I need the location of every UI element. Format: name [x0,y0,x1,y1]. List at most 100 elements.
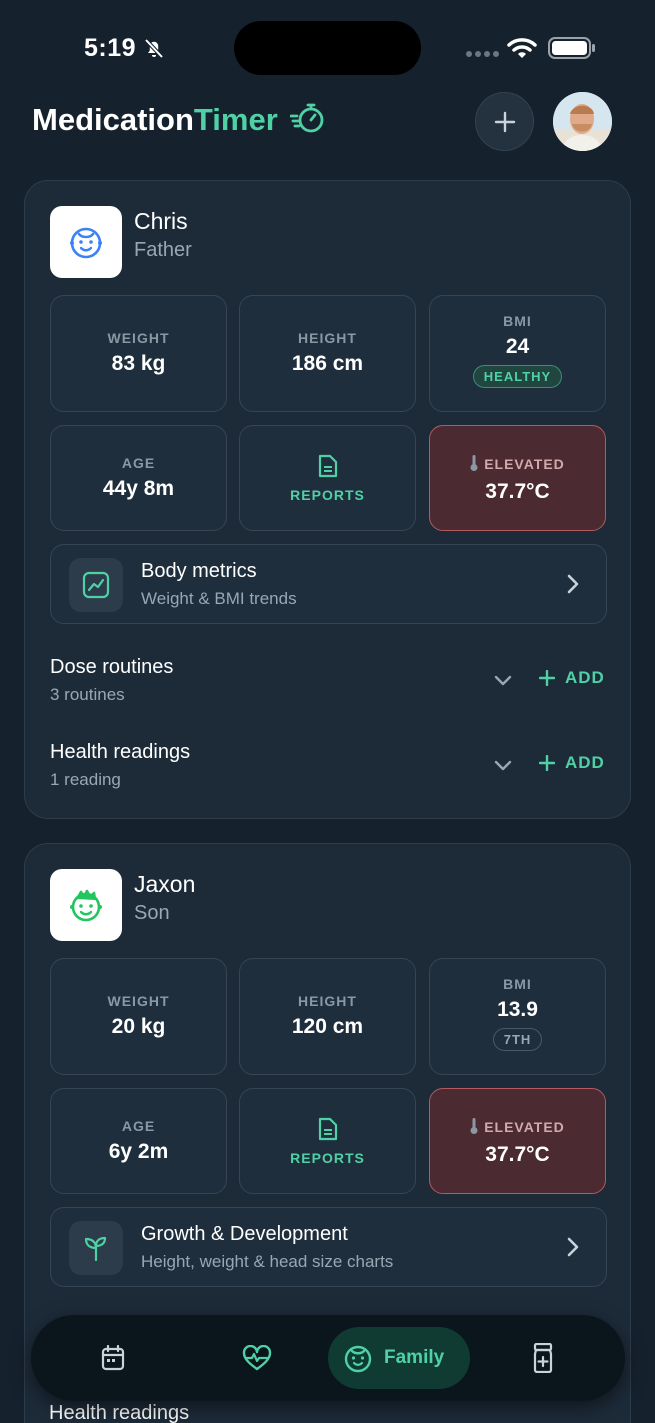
bmi-value: 24 [505,335,530,358]
temperature-status: ELEVATED [484,1119,565,1135]
app-title: MedicationTimer [32,102,278,138]
growth-development-link[interactable]: Growth & Development Height, weight & he… [50,1207,607,1287]
add-dose-routine-button[interactable]: ADD [539,668,605,688]
document-icon [318,454,337,478]
wifi-icon [507,38,537,58]
child-face-icon [70,889,102,922]
plus-icon [539,670,555,686]
weight-tile[interactable]: WEIGHT 83 kg [50,295,227,412]
plus-icon [539,755,555,771]
member-name: Chris [134,208,188,234]
bmi-label: BMI [503,313,532,329]
plus-icon [494,111,515,132]
body-metrics-link[interactable]: Body metrics Weight & BMI trends [50,544,607,624]
age-label: AGE [121,1118,156,1134]
temperature-value: 37.7°C [485,480,550,503]
temperature-label: ELEVATED [430,1118,605,1137]
body-metrics-subtitle: Weight & BMI trends [141,589,297,608]
member-header[interactable]: Chris Father [50,206,550,278]
weight-tile[interactable]: WEIGHT 20 kg [50,958,227,1075]
app-header: MedicationTimer [0,90,655,160]
bmi-tile[interactable]: BMI 13.9 7TH [429,958,606,1075]
age-tile[interactable]: AGE 6y 2m [50,1088,227,1194]
child-face-icon [344,1345,372,1373]
section-count: 3 routines [50,685,125,704]
bmi-percentile-badge: 7TH [492,1028,543,1051]
height-label: HEIGHT [298,330,357,346]
weight-label: WEIGHT [107,330,170,346]
child-face-icon [70,227,102,259]
medicine-bottle-icon [533,1343,553,1373]
age-label: AGE [121,455,156,471]
member-role: Son [134,902,170,924]
app-title-accent: Timer [193,102,278,137]
weight-value: 83 kg [111,352,166,375]
dose-routines-section: Dose routines 3 routines ADD [50,656,607,712]
reports-tile[interactable]: REPORTS [239,1088,416,1194]
growth-subtitle: Height, weight & head size charts [141,1252,394,1271]
member-header[interactable]: Jaxon Son [50,869,550,941]
temperature-label: ELEVATED [430,455,605,474]
temperature-tile[interactable]: ELEVATED 37.7°C [429,425,606,531]
health-readings-section: Health readings 1 reading ADD [50,741,607,797]
chevron-right-icon [567,1237,579,1257]
body-metrics-title: Body metrics [141,560,257,582]
bmi-value: 13.9 [497,998,538,1021]
weight-value: 20 kg [111,1015,166,1038]
height-value: 120 cm [291,1015,364,1038]
user-avatar[interactable] [553,92,612,151]
chevron-down-icon[interactable] [493,674,513,688]
health-readings-peek: Health readings [49,1402,190,1423]
trend-chart-icon [69,558,123,612]
add-label: ADD [565,753,605,772]
nav-family[interactable]: Family [328,1327,471,1389]
age-value: 6y 2m [108,1140,169,1163]
nav-family-label: Family [384,1347,445,1368]
height-tile[interactable]: HEIGHT 120 cm [239,958,416,1075]
calendar-icon [101,1345,125,1371]
member-name: Jaxon [134,871,196,897]
height-value: 186 cm [291,352,364,375]
age-tile[interactable]: AGE 44y 8m [50,425,227,531]
nav-medicine[interactable] [523,1327,563,1389]
heart-pulse-icon [242,1345,272,1371]
section-title: Health readings [50,741,191,763]
temperature-value: 37.7°C [485,1143,550,1166]
section-count: 1 reading [50,770,121,789]
weight-label: WEIGHT [107,993,170,1009]
member-role: Father [134,239,192,261]
nav-calendar[interactable] [93,1327,133,1389]
member-avatar [50,206,122,278]
growth-title: Growth & Development [141,1223,348,1245]
reports-label: REPORTS [290,487,365,503]
battery-icon [548,37,595,59]
bottom-navigation: Family [31,1315,625,1401]
add-member-button[interactable] [475,92,534,151]
temperature-status: ELEVATED [484,456,565,472]
app-title-main: Medication [32,102,194,137]
sprout-icon [69,1221,123,1275]
cellular-signal-icon [466,51,499,57]
reports-tile[interactable]: REPORTS [239,425,416,531]
dynamic-island [234,21,421,75]
add-label: ADD [565,668,605,687]
chevron-down-icon[interactable] [493,759,513,773]
height-tile[interactable]: HEIGHT 186 cm [239,295,416,412]
document-icon [318,1117,337,1141]
bmi-tile[interactable]: BMI 24 HEALTHY [429,295,606,412]
status-time: 5:19 [84,34,137,62]
add-health-reading-button[interactable]: ADD [539,753,605,773]
member-card-chris: Chris Father WEIGHT 83 kg HEIGHT 186 cm … [24,180,631,819]
section-title: Dose routines [50,656,174,678]
status-bar: 5:19 [0,0,655,90]
reports-label: REPORTS [290,1150,365,1166]
thermometer-icon [470,455,478,474]
stopwatch-icon [290,103,324,133]
member-avatar [50,869,122,941]
age-value: 44y 8m [102,477,175,500]
bmi-status-badge: HEALTHY [472,365,563,388]
temperature-tile[interactable]: ELEVATED 37.7°C [429,1088,606,1194]
nav-health[interactable] [237,1327,277,1389]
height-label: HEIGHT [298,993,357,1009]
bmi-label: BMI [503,976,532,992]
